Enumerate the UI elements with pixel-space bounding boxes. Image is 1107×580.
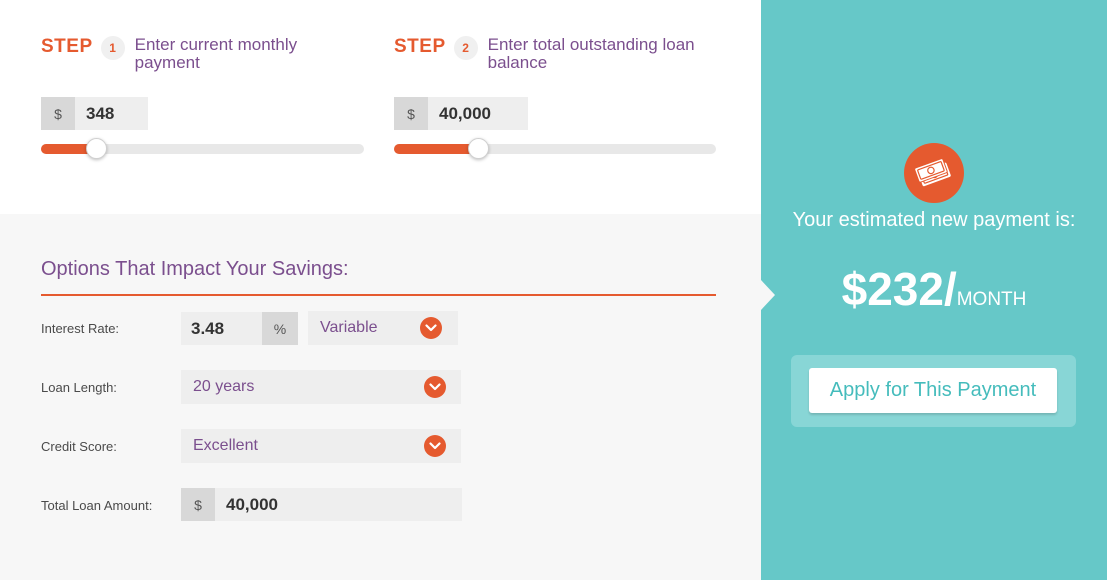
loan-length-value: 20 years bbox=[193, 378, 255, 395]
step-2-word: STEP bbox=[394, 36, 446, 57]
step-1-word: STEP bbox=[41, 36, 93, 57]
monthly-payment-input[interactable]: 348 bbox=[75, 97, 148, 130]
step-2: STEP 2 Enter total outstanding loan bala… bbox=[394, 36, 713, 72]
step-1-number: 1 bbox=[100, 36, 125, 60]
step-2-number: 2 bbox=[453, 36, 478, 60]
currency-prefix: $ bbox=[181, 488, 215, 521]
monthly-payment-field[interactable]: $ 348 bbox=[41, 97, 148, 130]
loan-balance-field[interactable]: $ 40,000 bbox=[394, 97, 528, 130]
payment-value: $232/ bbox=[841, 263, 957, 315]
divider bbox=[41, 294, 716, 296]
slider-fill bbox=[394, 144, 478, 154]
calculator-panel: STEP 1 Enter current monthly payment $ 3… bbox=[0, 0, 761, 580]
step-2-instruction: Enter total outstanding loan balance bbox=[487, 35, 695, 72]
interest-rate-label: Interest Rate: bbox=[41, 321, 120, 336]
apply-button[interactable]: Apply for This Payment bbox=[809, 368, 1057, 413]
rate-type-value: Variable bbox=[320, 319, 378, 336]
monthly-payment-slider[interactable] bbox=[41, 138, 364, 159]
interest-rate-input[interactable]: 3.48 bbox=[181, 312, 262, 345]
payment-period: MONTH bbox=[956, 289, 1027, 310]
total-loan-label: Total Loan Amount: bbox=[41, 498, 153, 513]
loan-balance-input[interactable]: 40,000 bbox=[428, 97, 528, 130]
credit-score-label: Credit Score: bbox=[41, 439, 117, 454]
options-title: Options That Impact Your Savings: bbox=[41, 258, 349, 280]
credit-score-value: Excellent bbox=[193, 437, 258, 454]
money-icon bbox=[904, 143, 964, 203]
chevron-down-icon bbox=[424, 376, 446, 398]
payment-amount: $232/MONTH bbox=[786, 262, 1082, 316]
currency-prefix: $ bbox=[394, 97, 428, 130]
step-1-instruction: Enter current monthly payment bbox=[134, 35, 298, 72]
total-loan-field[interactable]: $ 40,000 bbox=[181, 488, 462, 521]
step-1: STEP 1 Enter current monthly payment bbox=[41, 36, 360, 72]
loan-length-label: Loan Length: bbox=[41, 380, 117, 395]
estimate-label: Your estimated new payment is: bbox=[792, 209, 1076, 231]
panel-pointer bbox=[761, 280, 775, 310]
slider-handle[interactable] bbox=[85, 138, 107, 159]
rate-type-select[interactable]: Variable bbox=[308, 311, 458, 345]
percent-suffix: % bbox=[262, 312, 298, 345]
loan-length-select[interactable]: 20 years bbox=[181, 370, 461, 404]
currency-prefix: $ bbox=[41, 97, 75, 130]
total-loan-input[interactable]: 40,000 bbox=[215, 488, 462, 521]
chevron-down-icon bbox=[424, 435, 446, 457]
slider-handle[interactable] bbox=[467, 138, 489, 159]
chevron-down-icon bbox=[420, 317, 442, 339]
loan-balance-slider[interactable] bbox=[394, 138, 716, 159]
credit-score-select[interactable]: Excellent bbox=[181, 429, 461, 463]
